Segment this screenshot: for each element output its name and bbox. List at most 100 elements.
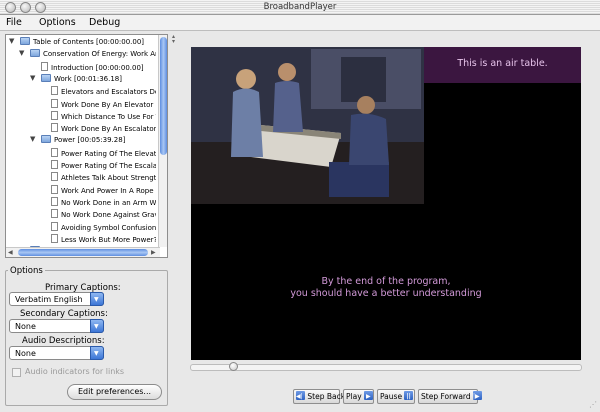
tree-folder-item[interactable]: Work [00:01:36.18] [41,73,156,86]
tree-vertical-scrollbar[interactable] [158,35,167,247]
secondary-captions-value: None [15,322,36,331]
title-bar: BroadbandPlayer [0,0,600,15]
document-icon [51,233,58,243]
tree-item-label: Avoiding Symbol Confusion [61,223,156,232]
tree-leaf-item[interactable]: No Work Done Against Gravity [51,209,156,221]
caption-bottom-line-2: you should have a better understanding [290,288,482,299]
play-button[interactable]: Play [343,389,374,404]
scroll-right-arrow-icon[interactable]: ▶ [151,249,156,256]
disclosure-open-icon[interactable]: ▼ [19,49,24,57]
step-back-icon [296,390,305,403]
window-title: BroadbandPlayer [263,2,337,12]
play-icon [364,390,374,403]
document-icon [51,196,58,206]
audio-indicators-checkbox[interactable] [12,368,21,377]
tree-leaf-item[interactable]: Work Done By An Elevator [00: [51,98,156,111]
menu-bar: File Options Debug [0,15,600,31]
menu-options[interactable]: Options [39,17,76,28]
caption-top-text: This is an air table. [457,58,548,69]
primary-captions-value: Verbatim English [15,295,83,304]
pause-icon [404,390,414,403]
tree-item-label: Table of Contents [00:00:00.00] [33,38,145,46]
video-player[interactable]: This is an air table. By the end of the … [191,47,581,360]
table-of-contents-tree[interactable]: ▼ Table of Contents [00:00:00.00] ▼ Conserv… [5,34,168,258]
primary-captions-select[interactable]: Verbatim English [9,292,104,306]
document-icon [41,61,48,71]
tree-leaf-item[interactable]: Power Rating Of The Escalator [51,160,156,172]
disclosure-open-icon[interactable]: ▼ [9,37,14,45]
secondary-captions-label: Secondary Captions: [20,309,108,319]
tree-item-label: No Work Done in an Arm Wrestle [61,198,156,207]
audio-descriptions-select[interactable]: None [9,346,104,360]
play-label: Play [346,392,362,401]
tree-horizontal-scrollbar[interactable]: ◀ ▶ [6,247,160,257]
document-icon [51,221,58,231]
tree-leaf-item[interactable]: Avoiding Symbol Confusion [51,221,156,234]
tree-item-label: Power Rating Of The Escalator [61,162,156,170]
tree-leaf-item[interactable]: Less Work But More Power? [ [51,233,156,246]
secondary-captions-select[interactable]: None [9,319,104,333]
step-back-label: Step Back [307,392,346,401]
tree-item-label: Which Distance To Use For The [61,112,156,121]
step-forward-icon [473,390,483,403]
tree-folder-item[interactable]: Power [00:05:39.28] [41,135,156,147]
playback-slider-track[interactable] [190,364,582,371]
tree-item-label: Work Done By An Escalator [0 [61,125,156,134]
tree-item-label: Work [00:01:36.18] [54,74,122,83]
menu-debug[interactable]: Debug [89,17,120,28]
document-icon [51,110,58,120]
tree-leaf-item[interactable]: No Work Done in an Arm Wrestle [51,196,156,209]
tree-item-label: Introduction [00:00:00.00] [51,63,144,72]
folder-icon [41,73,51,82]
tree-leaf-item[interactable]: Which Distance To Use For The [51,110,156,123]
document-icon [51,86,58,96]
tree-leaf-item[interactable]: Introduction [00:00:00.00] [41,61,156,74]
tree-leaf-item[interactable]: Work Done By An Escalator [0 [51,123,156,135]
tree-item-label: Athletes Talk About Strength [61,174,156,183]
edit-preferences-button[interactable]: Edit preferences... [67,384,162,400]
audio-descriptions-value: None [15,349,36,358]
tree-item-label: No Work Done Against Gravity [61,211,156,220]
caption-bottom-text: By the end of the program, you should ha… [191,276,581,300]
tree-item-label: Power Rating Of The Elevator [61,149,156,158]
document-icon [51,123,58,133]
scroll-left-arrow-icon[interactable]: ◀ [8,249,13,256]
tree-horizontal-scroll-thumb[interactable] [18,249,148,256]
folder-icon [41,135,51,144]
pause-label: Pause [380,392,403,401]
resize-grip-icon[interactable]: ⋰ [589,400,597,409]
step-forward-button[interactable]: Step Forward [418,389,483,404]
tree-leaf-item[interactable]: Athletes Talk About Strength [51,172,156,184]
caption-bottom-line-1: By the end of the program, [321,276,451,287]
document-icon [51,160,58,169]
tree-vertical-scroll-thumb[interactable] [160,37,167,155]
tree-item-label: Work Done By An Elevator [00: [61,100,156,109]
chevron-down-icon[interactable] [90,346,104,360]
pause-button[interactable]: Pause [377,389,415,404]
audio-indicators-label: Audio indicators for links [25,367,125,376]
folder-icon [30,49,40,58]
disclosure-open-icon[interactable]: ▼ [30,135,35,143]
menu-file[interactable]: File [6,17,22,28]
step-forward-label: Step Forward [421,392,471,401]
options-title: Options [8,266,45,276]
tree-folder-item[interactable]: Table of Contents [00:00:00.00] [20,37,156,49]
tree-item-label: Work And Power In A Rope Climb [61,186,156,195]
tree-leaf-item[interactable]: Elevators and Escalators Do Work [51,86,156,98]
step-back-button[interactable]: Step Back [293,389,345,404]
video-frame-image [191,47,424,204]
chevron-down-icon[interactable] [90,292,104,306]
tree-leaf-item[interactable]: Power Rating Of The Elevator [51,147,156,160]
tree-item-label: Conservation Of Energy: Work And Power [43,50,156,59]
splitter-handle-icon[interactable]: ▴ ▾ [172,34,175,45]
document-icon [51,98,58,108]
tree-leaf-item[interactable]: Work And Power In A Rope Climb [51,184,156,197]
tree-item-label: Less Work But More Power? [ [61,235,156,244]
tree-folder-item[interactable]: Conservation Of Energy: Work And Power [30,49,156,61]
document-icon [51,172,58,182]
chevron-down-icon[interactable] [90,319,104,333]
tree-item-label: Elevators and Escalators Do Work [61,88,156,97]
disclosure-open-icon[interactable]: ▼ [30,74,35,82]
folder-icon [20,37,30,45]
document-icon [51,147,58,157]
